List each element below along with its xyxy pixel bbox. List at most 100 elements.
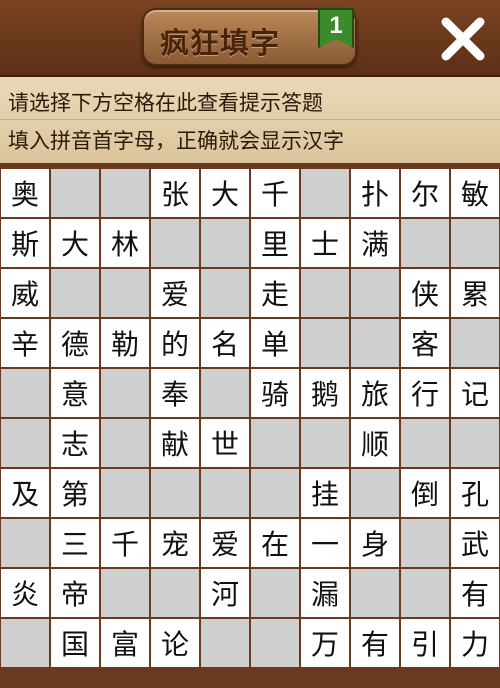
- grid-cell-letter[interactable]: 勒: [101, 319, 149, 367]
- grid-cell-blocked: [251, 619, 299, 667]
- grid-cell-letter[interactable]: 第: [51, 469, 99, 517]
- grid-cell-blocked: [101, 369, 149, 417]
- grid-cell-letter[interactable]: 奥: [1, 169, 49, 217]
- grid-cell-letter[interactable]: 引: [401, 619, 449, 667]
- grid-cell-blocked: [101, 419, 149, 467]
- grid-cell-letter[interactable]: 世: [201, 419, 249, 467]
- grid-cell-blocked: [251, 469, 299, 517]
- grid-cell-letter[interactable]: 累: [451, 269, 499, 317]
- grid-cell-letter[interactable]: 在: [251, 519, 299, 567]
- grid-cell-letter[interactable]: 奉: [151, 369, 199, 417]
- grid-cell-letter[interactable]: 炎: [1, 569, 49, 617]
- grid-cell-letter[interactable]: 扑: [351, 169, 399, 217]
- grid-cell-blocked: [1, 619, 49, 667]
- grid-cell-blocked: [151, 219, 199, 267]
- grid-cell-blocked: [301, 169, 349, 217]
- grid-cell-blocked: [451, 219, 499, 267]
- grid-cell-letter[interactable]: 威: [1, 269, 49, 317]
- grid-cell-letter[interactable]: 宠: [151, 519, 199, 567]
- grid-cell-letter[interactable]: 富: [101, 619, 149, 667]
- grid-cell-letter[interactable]: 记: [451, 369, 499, 417]
- grid-cell-letter[interactable]: 满: [351, 219, 399, 267]
- grid-cell-blocked: [51, 269, 99, 317]
- grid-cell-letter[interactable]: 的: [151, 319, 199, 367]
- grid-cell-letter[interactable]: 国: [51, 619, 99, 667]
- hint-panel: 请选择下方空格在此查看提示答题 填入拼音首字母，正确就会显示汉字: [0, 77, 500, 166]
- grid-cell-blocked: [351, 469, 399, 517]
- grid-cell-letter[interactable]: 千: [101, 519, 149, 567]
- grid-cell-blocked: [401, 569, 449, 617]
- grid-cell-letter[interactable]: 德: [51, 319, 99, 367]
- hint-line-1: 请选择下方空格在此查看提示答题: [8, 91, 323, 115]
- game-title: 疯狂填字: [160, 26, 281, 60]
- grid-cell-blocked: [151, 569, 199, 617]
- grid-cell-blocked: [151, 469, 199, 517]
- grid-cell-blocked: [351, 319, 399, 367]
- grid-cell-letter[interactable]: 顺: [351, 419, 399, 467]
- grid-cell-letter[interactable]: 力: [451, 619, 499, 667]
- grid-cell-letter[interactable]: 走: [251, 269, 299, 317]
- grid-cell-letter[interactable]: 敏: [451, 169, 499, 217]
- grid-cell-letter[interactable]: 侠: [401, 269, 449, 317]
- grid-cell-letter[interactable]: 爱: [151, 269, 199, 317]
- grid-cell-letter[interactable]: 献: [151, 419, 199, 467]
- grid-cell-letter[interactable]: 万: [301, 619, 349, 667]
- grid-cell-letter[interactable]: 河: [201, 569, 249, 617]
- grid-cell-letter[interactable]: 漏: [301, 569, 349, 617]
- grid-cell-letter[interactable]: 有: [351, 619, 399, 667]
- grid-cell-letter[interactable]: 张: [151, 169, 199, 217]
- grid-cell-letter[interactable]: 及: [1, 469, 49, 517]
- grid-cell-letter[interactable]: 意: [51, 369, 99, 417]
- grid-cell-letter[interactable]: 名: [201, 319, 249, 367]
- close-button[interactable]: [438, 14, 488, 64]
- grid-cell-blocked: [451, 319, 499, 367]
- grid-cell-letter[interactable]: 行: [401, 369, 449, 417]
- grid-cell-letter[interactable]: 倒: [401, 469, 449, 517]
- grid-cell-blocked: [1, 419, 49, 467]
- grid-cell-letter[interactable]: 尔: [401, 169, 449, 217]
- grid-cell-letter[interactable]: 论: [151, 619, 199, 667]
- grid-cell-blocked: [251, 419, 299, 467]
- grid-cell-letter[interactable]: 单: [251, 319, 299, 367]
- grid-cell-blocked: [451, 419, 499, 467]
- grid-cell-blocked: [301, 269, 349, 317]
- grid-cell-letter[interactable]: 鹅: [301, 369, 349, 417]
- grid-cell-blocked: [301, 319, 349, 367]
- grid-cell-blocked: [201, 469, 249, 517]
- grid-cell-letter[interactable]: 挂: [301, 469, 349, 517]
- grid-cell-blocked: [401, 419, 449, 467]
- hint-divider: [0, 119, 500, 120]
- grid-cell-blocked: [201, 619, 249, 667]
- grid-cell-blocked: [251, 569, 299, 617]
- grid-cell-letter[interactable]: 一: [301, 519, 349, 567]
- grid-cell-blocked: [351, 269, 399, 317]
- grid-cell-letter[interactable]: 里: [251, 219, 299, 267]
- grid-cell-letter[interactable]: 有: [451, 569, 499, 617]
- grid-cell-letter[interactable]: 爱: [201, 519, 249, 567]
- grid-cell-letter[interactable]: 武: [451, 519, 499, 567]
- grid-cell-letter[interactable]: 客: [401, 319, 449, 367]
- grid-cell-letter[interactable]: 旅: [351, 369, 399, 417]
- grid-cell-letter[interactable]: 士: [301, 219, 349, 267]
- grid-cell-letter[interactable]: 千: [251, 169, 299, 217]
- grid-cell-blocked: [401, 519, 449, 567]
- grid-cell-letter[interactable]: 帝: [51, 569, 99, 617]
- grid-cell-blocked: [101, 569, 149, 617]
- close-icon: [441, 17, 485, 61]
- grid-cell-blocked: [201, 269, 249, 317]
- grid-cell-letter[interactable]: 斯: [1, 219, 49, 267]
- grid-cell-blocked: [401, 219, 449, 267]
- grid-cell-letter[interactable]: 林: [101, 219, 149, 267]
- grid-cell-letter[interactable]: 辛: [1, 319, 49, 367]
- grid-cell-letter[interactable]: 骑: [251, 369, 299, 417]
- grid-cell-letter[interactable]: 身: [351, 519, 399, 567]
- grid-cell-letter[interactable]: 大: [201, 169, 249, 217]
- grid-cell-blocked: [301, 419, 349, 467]
- grid-cell-letter[interactable]: 三: [51, 519, 99, 567]
- grid-cell-blocked: [101, 169, 149, 217]
- grid-cell-letter[interactable]: 志: [51, 419, 99, 467]
- grid-cell-letter[interactable]: 孔: [451, 469, 499, 517]
- grid-cell-letter[interactable]: 大: [51, 219, 99, 267]
- grid-cell-blocked: [1, 519, 49, 567]
- grid-cell-blocked: [101, 469, 149, 517]
